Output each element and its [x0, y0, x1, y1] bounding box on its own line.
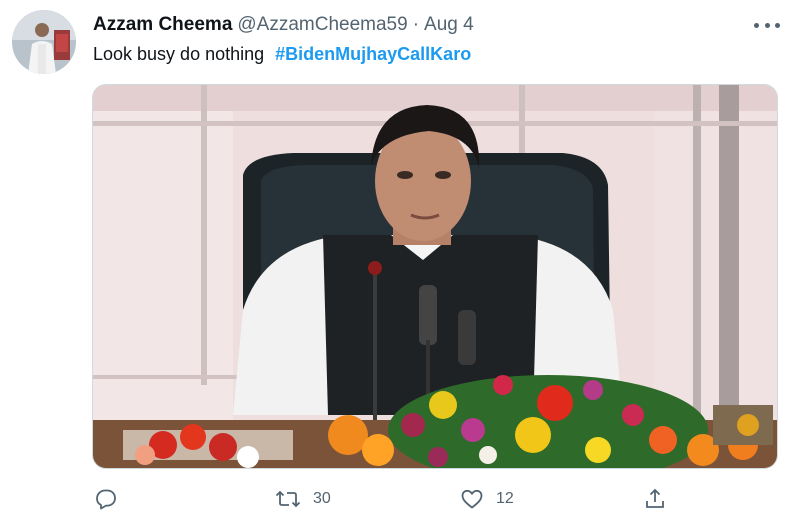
tweet-body: Look busy do nothing — [93, 44, 265, 64]
share-button[interactable] — [643, 482, 679, 516]
like-count: 12 — [496, 490, 514, 507]
share-icon — [646, 488, 664, 508]
tweet-actions: 30 12 — [0, 482, 800, 516]
more-horizontal-icon — [754, 22, 759, 28]
retweet-button[interactable]: 30 — [275, 482, 331, 516]
avatar-image — [12, 10, 76, 74]
more-options-button[interactable] — [754, 16, 780, 34]
retweet-icon — [275, 490, 301, 508]
tweet-date[interactable]: Aug 4 — [424, 14, 474, 36]
tweet[interactable]: Azzam Cheema @AzzamCheema59 · Aug 4 Look… — [0, 0, 800, 523]
like-button[interactable]: 12 — [460, 482, 514, 516]
photo-image — [93, 85, 777, 468]
reply-icon — [96, 489, 116, 510]
heart-icon — [461, 489, 483, 509]
reply-button[interactable] — [94, 482, 130, 516]
tweet-photo[interactable] — [92, 84, 778, 469]
avatar[interactable] — [12, 10, 76, 74]
hashtag-link[interactable]: #BidenMujhayCallKaro — [275, 44, 471, 64]
separator-dot: · — [412, 14, 420, 35]
retweet-count: 30 — [313, 490, 331, 507]
tweet-text: Look busy do nothing #BidenMujhayCallKar… — [93, 44, 471, 65]
user-handle[interactable]: @AzzamCheema59 — [237, 14, 407, 36]
tweet-header: Azzam Cheema @AzzamCheema59 · Aug 4 — [93, 13, 474, 37]
display-name[interactable]: Azzam Cheema — [93, 14, 232, 36]
